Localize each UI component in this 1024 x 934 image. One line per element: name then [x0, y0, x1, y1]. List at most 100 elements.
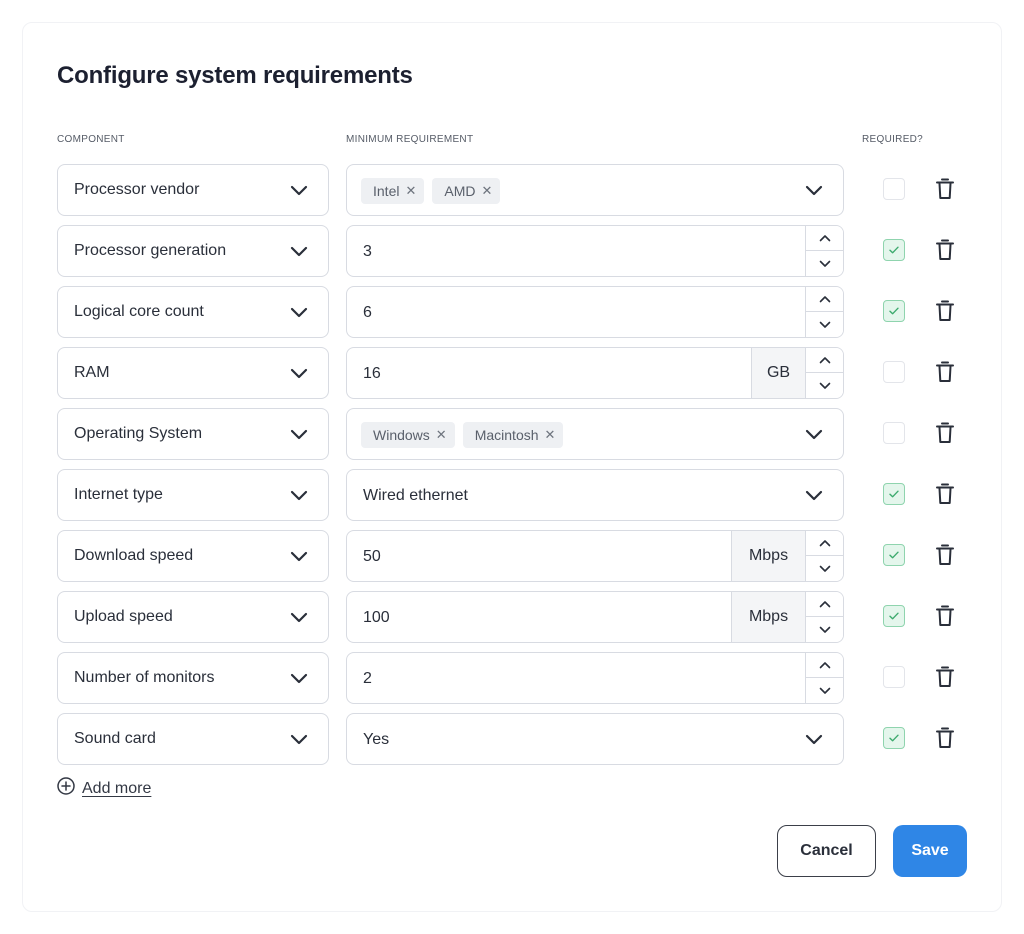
requirement-row: Processor vendor Intel ✕ AMD ✕: [57, 164, 967, 216]
chevron-up-icon: [819, 662, 830, 669]
chevron-down-icon: [290, 490, 308, 501]
trash-icon[interactable]: [936, 178, 954, 200]
chevron-up-icon: [819, 601, 830, 608]
number-stepper: [805, 531, 843, 581]
trash-icon[interactable]: [936, 544, 954, 566]
save-button[interactable]: Save: [893, 825, 967, 877]
increment-button[interactable]: [806, 287, 843, 312]
component-select[interactable]: Logical core count: [57, 286, 329, 338]
component-label: Operating System: [74, 425, 203, 442]
component-select[interactable]: Upload speed: [57, 591, 329, 643]
requirement-number-input[interactable]: 3: [346, 225, 844, 277]
component-select[interactable]: Internet type: [57, 469, 329, 521]
decrement-button[interactable]: [806, 312, 843, 337]
requirement-number-input[interactable]: 100 Mbps: [346, 591, 844, 643]
trash-icon[interactable]: [936, 483, 954, 505]
remove-tag-icon[interactable]: ✕: [482, 183, 493, 199]
required-checkbox[interactable]: [883, 239, 905, 261]
component-label: Processor vendor: [74, 181, 200, 198]
number-stepper: [805, 653, 843, 703]
required-checkbox[interactable]: [883, 666, 905, 688]
trash-icon[interactable]: [936, 300, 954, 322]
required-checkbox[interactable]: [883, 727, 905, 749]
component-label: Sound card: [74, 730, 156, 747]
check-icon: [889, 490, 899, 498]
component-label: Logical core count: [74, 303, 204, 320]
cancel-button[interactable]: Cancel: [777, 825, 876, 877]
trash-icon[interactable]: [936, 361, 954, 383]
trash-icon[interactable]: [936, 666, 954, 688]
decrement-button[interactable]: [806, 556, 843, 581]
requirement-row: Operating System Windows ✕ Macintosh ✕: [57, 408, 967, 460]
requirement-row: Logical core count 6: [57, 286, 967, 338]
required-checkbox[interactable]: [883, 483, 905, 505]
check-icon: [889, 307, 899, 315]
component-select[interactable]: Sound card: [57, 713, 329, 765]
chevron-down-icon: [819, 382, 830, 389]
tag-label: Windows: [373, 427, 430, 443]
remove-tag-icon[interactable]: ✕: [405, 183, 416, 199]
requirement-value: 6: [363, 304, 372, 321]
chevron-down-icon: [805, 429, 823, 440]
chevron-down-icon: [290, 368, 308, 379]
component-label: Internet type: [74, 486, 163, 503]
add-more-link[interactable]: Add more: [57, 777, 151, 800]
component-select[interactable]: Download speed: [57, 530, 329, 582]
requirement-row: Upload speed 100 Mbps: [57, 591, 967, 643]
chevron-up-icon: [819, 357, 830, 364]
required-checkbox[interactable]: [883, 361, 905, 383]
requirement-value: 2: [363, 670, 372, 687]
decrement-button[interactable]: [806, 373, 843, 398]
component-select[interactable]: Operating System: [57, 408, 329, 460]
requirement-row: Processor generation 3: [57, 225, 967, 277]
chevron-up-icon: [819, 540, 830, 547]
remove-tag-icon[interactable]: ✕: [545, 427, 556, 443]
increment-button[interactable]: [806, 531, 843, 556]
chevron-down-icon: [290, 429, 308, 440]
requirements-card: [22, 22, 1002, 912]
required-checkbox[interactable]: [883, 300, 905, 322]
required-checkbox[interactable]: [883, 544, 905, 566]
chevron-down-icon: [819, 687, 830, 694]
check-icon: [889, 246, 899, 254]
requirement-row: RAM 16 GB: [57, 347, 967, 399]
increment-button[interactable]: [806, 348, 843, 373]
trash-icon[interactable]: [936, 727, 954, 749]
increment-button[interactable]: [806, 226, 843, 251]
component-label: RAM: [74, 364, 110, 381]
chevron-down-icon: [290, 612, 308, 623]
required-checkbox[interactable]: [883, 605, 905, 627]
component-select[interactable]: RAM: [57, 347, 329, 399]
check-icon: [889, 551, 899, 559]
column-header-component: COMPONENT: [57, 134, 125, 145]
required-checkbox[interactable]: [883, 178, 905, 200]
remove-tag-icon[interactable]: ✕: [436, 427, 447, 443]
requirement-number-input[interactable]: 16 GB: [346, 347, 844, 399]
component-select[interactable]: Processor vendor: [57, 164, 329, 216]
increment-button[interactable]: [806, 592, 843, 617]
requirement-value: 3: [363, 243, 372, 260]
requirement-multiselect[interactable]: Intel ✕ AMD ✕: [346, 164, 844, 216]
required-checkbox[interactable]: [883, 422, 905, 444]
requirement-select[interactable]: Yes: [346, 713, 844, 765]
decrement-button[interactable]: [806, 617, 843, 642]
requirement-multiselect[interactable]: Windows ✕ Macintosh ✕: [346, 408, 844, 460]
requirement-number-input[interactable]: 6: [346, 286, 844, 338]
requirement-row: Sound card Yes: [57, 713, 967, 765]
chevron-down-icon: [290, 673, 308, 684]
chevron-down-icon: [819, 626, 830, 633]
requirement-select[interactable]: Wired ethernet: [346, 469, 844, 521]
chevron-down-icon: [290, 734, 308, 745]
number-stepper: [805, 592, 843, 642]
decrement-button[interactable]: [806, 251, 843, 276]
component-select[interactable]: Processor generation: [57, 225, 329, 277]
trash-icon[interactable]: [936, 605, 954, 627]
requirement-number-input[interactable]: 50 Mbps: [346, 530, 844, 582]
trash-icon[interactable]: [936, 239, 954, 261]
component-select[interactable]: Number of monitors: [57, 652, 329, 704]
decrement-button[interactable]: [806, 678, 843, 703]
increment-button[interactable]: [806, 653, 843, 678]
chevron-down-icon: [819, 260, 830, 267]
requirement-number-input[interactable]: 2: [346, 652, 844, 704]
trash-icon[interactable]: [936, 422, 954, 444]
